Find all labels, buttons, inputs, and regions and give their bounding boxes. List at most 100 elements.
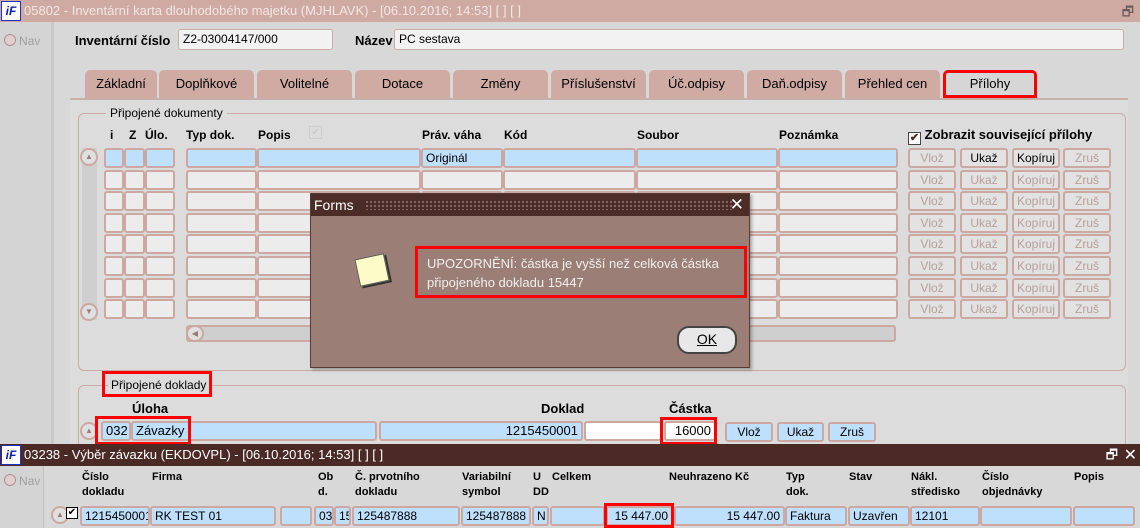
row-cell-stav[interactable]: Uzavřen	[848, 506, 910, 526]
insert-button[interactable]: Vlož	[908, 256, 956, 276]
copy-button[interactable]: Kopíruj	[1012, 213, 1060, 233]
show-button[interactable]: Ukaž	[960, 170, 1008, 190]
row-cell-objednavka[interactable]	[980, 506, 1072, 526]
row-cell-blank[interactable]	[280, 506, 312, 526]
name-field[interactable]: PC sestava	[394, 29, 1124, 50]
show-button[interactable]: Ukaž	[960, 234, 1008, 254]
insert-button[interactable]: Vlož	[908, 234, 956, 254]
tab-8[interactable]: Přehled cen	[845, 70, 940, 98]
delete-button[interactable]: Zruš	[1063, 191, 1111, 211]
grid-cell[interactable]	[104, 191, 124, 211]
grid-cell[interactable]	[503, 170, 636, 190]
grid-cell[interactable]	[145, 213, 175, 233]
scroll-down-icon[interactable]: ▼	[80, 303, 98, 321]
row-cell-ob[interactable]: 03	[314, 506, 334, 526]
grid-cell[interactable]	[778, 256, 898, 276]
insert-button[interactable]: Vlož	[908, 148, 956, 168]
grid-cell[interactable]	[186, 191, 257, 211]
grid-cell[interactable]	[778, 170, 898, 190]
delete-button[interactable]: Zruš	[1063, 234, 1111, 254]
grid-cell[interactable]	[124, 256, 145, 276]
tab-7[interactable]: Daň.odpisy	[747, 70, 842, 98]
copy-button[interactable]: Kopíruj	[1012, 170, 1060, 190]
insert-button[interactable]: Vlož	[908, 191, 956, 211]
grid-cell[interactable]	[124, 299, 145, 319]
popis-checkbox[interactable]: ✔	[309, 126, 322, 139]
scroll-left-icon[interactable]: ◀	[186, 325, 204, 342]
grid-cell[interactable]	[145, 191, 175, 211]
show-button[interactable]: Ukaž	[960, 213, 1008, 233]
restore-icon[interactable]: 🗗	[1122, 3, 1134, 25]
grid-cell[interactable]	[186, 234, 257, 254]
grid-cell[interactable]	[421, 170, 503, 190]
show-button[interactable]: Ukaž	[960, 148, 1008, 168]
grid-cell[interactable]	[124, 278, 145, 298]
copy-button[interactable]: Kopíruj	[1012, 299, 1060, 319]
close-icon[interactable]: ✕	[1124, 445, 1137, 465]
grid-cell[interactable]	[145, 278, 175, 298]
grid-cell[interactable]	[186, 148, 257, 168]
row-cell-popis[interactable]	[1073, 506, 1135, 526]
scroll-up-icon[interactable]: ▲	[80, 148, 98, 166]
inventory-number-field[interactable]: Z2-03004147/000	[178, 29, 333, 50]
grid-cell[interactable]	[636, 148, 778, 168]
copy-button[interactable]: Kopíruj	[1012, 234, 1060, 254]
grid-cell[interactable]	[145, 148, 175, 168]
row-select-checkbox[interactable]: ✔	[66, 507, 78, 519]
row-cell-cislo[interactable]: 1215450001	[80, 506, 150, 526]
doklad-field[interactable]: 1215450001	[379, 421, 583, 441]
tab-0[interactable]: Základní	[85, 70, 157, 98]
grid-cell[interactable]	[257, 148, 421, 168]
row-cell-neuhrazeno[interactable]: 15 447.00	[674, 506, 785, 526]
grid-cell[interactable]	[186, 170, 257, 190]
grid-cell[interactable]	[778, 148, 898, 168]
grid-cell[interactable]	[186, 256, 257, 276]
tab-6[interactable]: Úč.odpisy	[649, 70, 744, 98]
grid-cell[interactable]	[145, 234, 175, 254]
grid-cell[interactable]	[145, 170, 175, 190]
delete-button[interactable]: Zruš	[1063, 278, 1111, 298]
row-cell-d[interactable]: 15	[334, 506, 351, 526]
grid-cell[interactable]	[124, 234, 145, 254]
grid-cell[interactable]	[124, 191, 145, 211]
grid-cell[interactable]	[104, 256, 124, 276]
show-button[interactable]: Ukaž	[960, 278, 1008, 298]
close-icon[interactable]: ✕	[730, 194, 744, 216]
grid-cell[interactable]	[778, 299, 898, 319]
grid-cell[interactable]	[124, 170, 145, 190]
grid-cell[interactable]	[104, 213, 124, 233]
grid-cell[interactable]	[104, 234, 124, 254]
tab-3[interactable]: Dotace	[355, 70, 450, 98]
grid-cell[interactable]	[124, 213, 145, 233]
grid-cell[interactable]	[145, 256, 175, 276]
copy-button[interactable]: Kopíruj	[1012, 191, 1060, 211]
insert-button[interactable]: Vlož	[908, 213, 956, 233]
linked-show-button[interactable]: Ukaž	[777, 422, 824, 442]
grid-cell[interactable]	[186, 213, 257, 233]
delete-button[interactable]: Zruš	[1063, 256, 1111, 276]
row-cell-vs[interactable]: 125487888	[461, 506, 531, 526]
copy-button[interactable]: Kopíruj	[1012, 256, 1060, 276]
grid-cell[interactable]: Originál	[421, 148, 503, 168]
grid-cell[interactable]	[778, 234, 898, 254]
grid-cell[interactable]	[104, 299, 124, 319]
tab-5[interactable]: Příslušenství	[551, 70, 646, 98]
copy-button[interactable]: Kopíruj	[1012, 278, 1060, 298]
grid-cell[interactable]	[186, 278, 257, 298]
tab-4[interactable]: Změny	[453, 70, 548, 98]
delete-button[interactable]: Zruš	[1063, 170, 1111, 190]
grid-cell[interactable]	[145, 299, 175, 319]
grid-cell[interactable]	[778, 213, 898, 233]
delete-button[interactable]: Zruš	[1063, 299, 1111, 319]
grid-cell[interactable]	[778, 191, 898, 211]
insert-button[interactable]: Vlož	[908, 299, 956, 319]
ok-button[interactable]: OK	[677, 326, 737, 354]
show-button[interactable]: Ukaž	[960, 299, 1008, 319]
grid-cell[interactable]	[257, 170, 421, 190]
row-cell-blank[interactable]	[550, 506, 605, 526]
linked-insert-button[interactable]: Vlož	[725, 422, 773, 442]
copy-button[interactable]: Kopíruj	[1012, 148, 1060, 168]
grid-cell[interactable]	[503, 148, 636, 168]
row-cell-firma[interactable]: RK TEST 01	[150, 506, 276, 526]
grid-cell[interactable]	[124, 148, 145, 168]
